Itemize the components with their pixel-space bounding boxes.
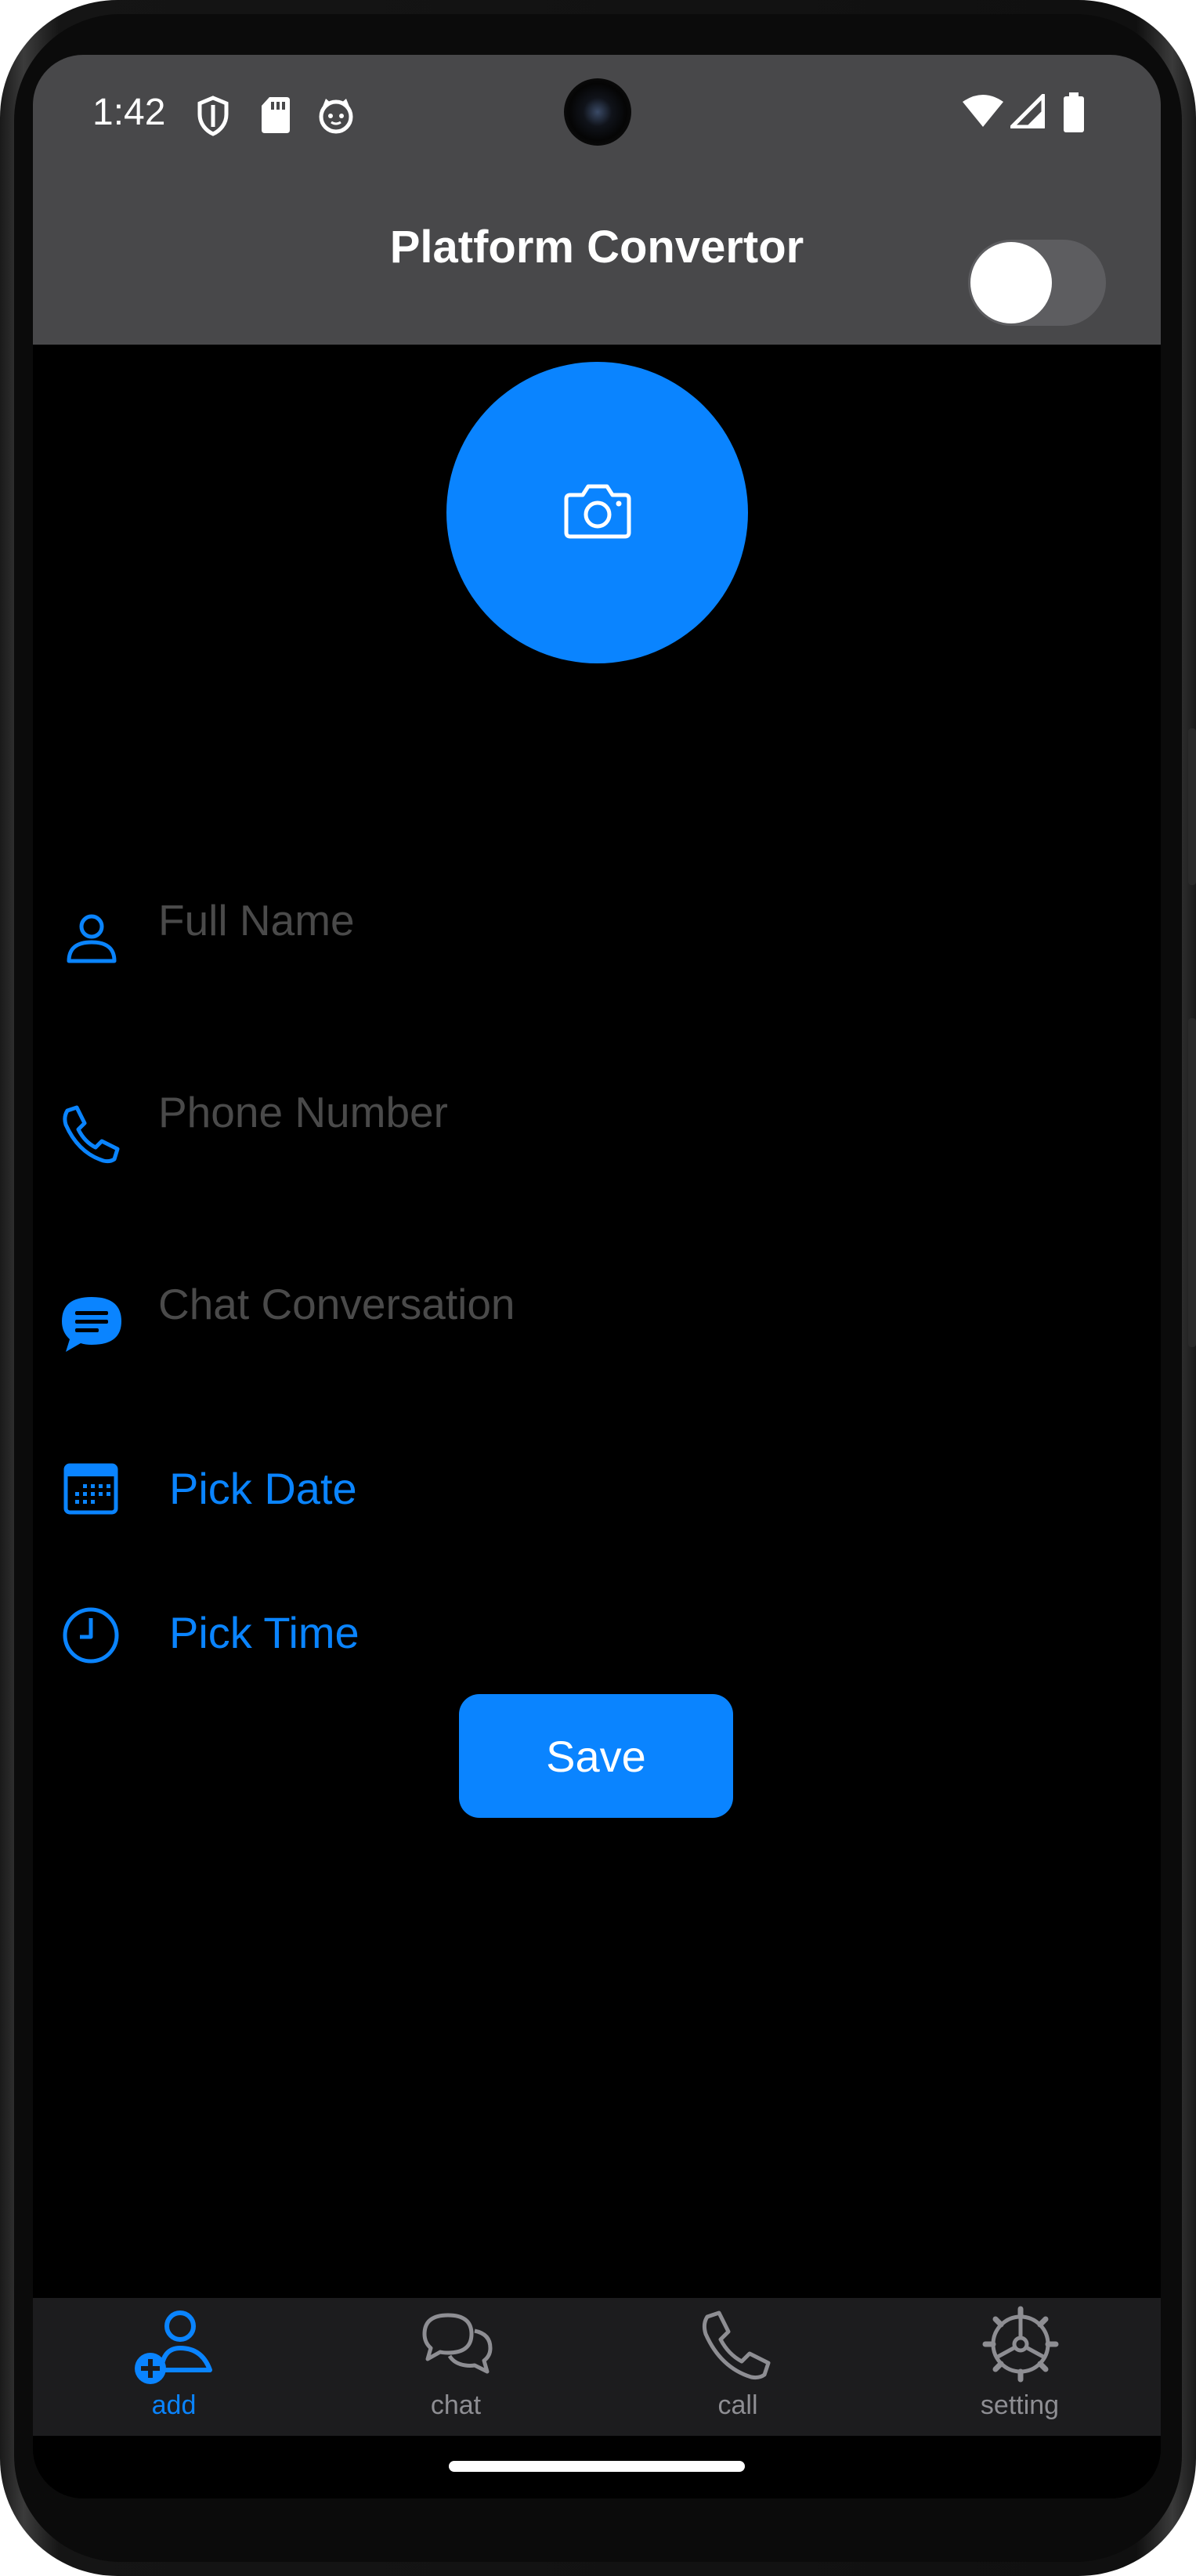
sd-card-icon	[260, 96, 291, 139]
battery-icon	[1062, 92, 1086, 137]
status-bar: 1:42	[33, 55, 1161, 180]
home-gesture-bar[interactable]	[449, 2461, 745, 2472]
app-bar: Platform Convertor	[33, 180, 1161, 345]
gear-icon	[982, 2306, 1059, 2386]
wifi-icon	[962, 94, 1004, 132]
add-person-icon	[133, 2307, 215, 2390]
screen: 1:42 Platform Convertor Full Name Phone …	[33, 55, 1161, 2498]
nav-item-add[interactable]: add	[33, 2298, 315, 2436]
cat-face-icon	[316, 96, 356, 139]
power-button	[1188, 1018, 1196, 1347]
nav-label-add: add	[151, 2390, 197, 2420]
nav-label-chat: chat	[430, 2390, 482, 2420]
nav-item-call[interactable]: call	[597, 2298, 879, 2436]
full-name-row	[33, 842, 1161, 967]
phone-icon	[700, 2309, 772, 2385]
front-camera	[564, 78, 631, 146]
gesture-area	[33, 2436, 1161, 2498]
camera-icon	[564, 482, 631, 543]
phone-number-input[interactable]	[158, 1081, 1098, 1143]
pick-time-label: Pick Time	[169, 1608, 360, 1657]
chat-bubble-icon	[60, 1295, 124, 1358]
volume-button	[1188, 728, 1196, 885]
pick-time-button[interactable]: Pick Time	[33, 1591, 1161, 1678]
signal-icon	[1010, 93, 1046, 132]
photo-picker-button[interactable]	[446, 362, 748, 663]
phone-frame: 1:42 Platform Convertor Full Name Phone …	[0, 0, 1196, 2576]
toggle-knob	[970, 242, 1052, 323]
pick-date-label: Pick Date	[169, 1464, 357, 1513]
chat-conversation-input[interactable]	[158, 1273, 1098, 1335]
full-name-input[interactable]	[158, 889, 1098, 952]
bottom-nav: add chat call setting	[33, 2298, 1161, 2436]
status-time: 1:42	[92, 92, 166, 133]
chat-icon	[420, 2310, 495, 2382]
platform-toggle[interactable]	[968, 240, 1106, 326]
shield-icon	[196, 96, 230, 140]
nav-item-setting[interactable]: setting	[879, 2298, 1161, 2436]
phone-icon	[61, 1104, 121, 1168]
save-button[interactable]: Save	[459, 1694, 733, 1818]
calendar-icon	[63, 1461, 119, 1520]
nav-label-setting: setting	[980, 2390, 1060, 2420]
pick-date-button[interactable]: Pick Date	[33, 1447, 1161, 1534]
chat-conversation-row	[33, 1226, 1161, 1352]
clock-icon	[61, 1606, 121, 1669]
person-icon	[64, 911, 119, 970]
nav-item-chat[interactable]: chat	[315, 2298, 597, 2436]
nav-label-call: call	[717, 2390, 758, 2420]
phone-number-row	[33, 1034, 1161, 1164]
